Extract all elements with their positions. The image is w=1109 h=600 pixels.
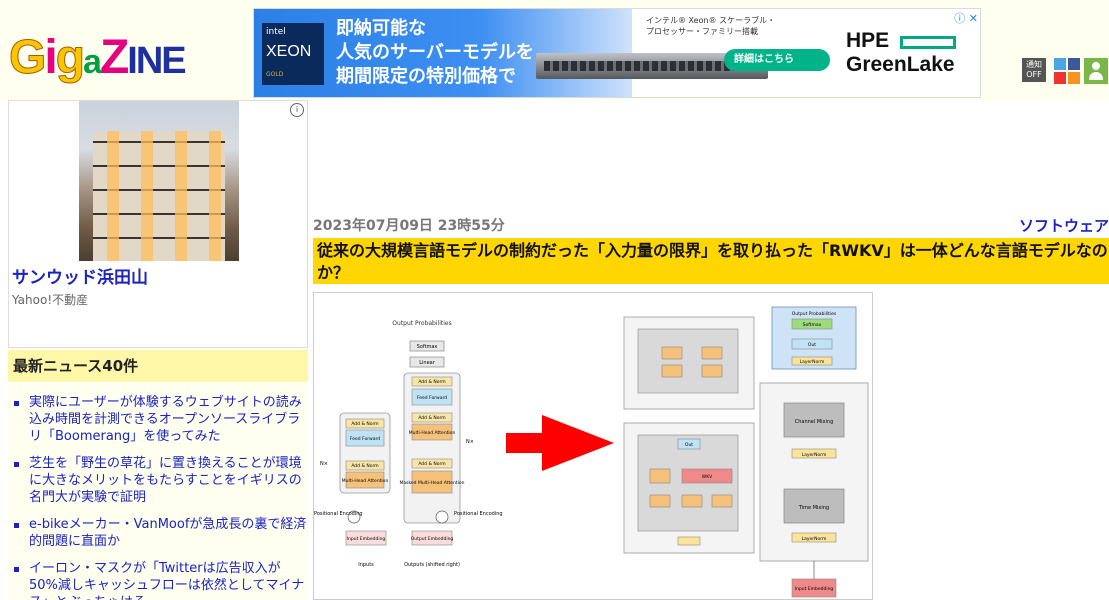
rwkv-gate-box xyxy=(661,346,683,360)
article-category-link[interactable]: ソフトウェア xyxy=(1019,215,1109,236)
tf-mha: Multi-Head Attention xyxy=(409,430,456,436)
tf-output-emb: Output Embedding xyxy=(411,536,454,542)
rss-icon[interactable] xyxy=(1068,72,1080,84)
tf-masked-mha: Masked Multi-Head Attention xyxy=(399,480,464,486)
tf-pos-enc: Positional Encoding xyxy=(454,511,503,517)
tf-addnorm: Add & Norm xyxy=(418,379,445,385)
tf-softmax: Softmax xyxy=(417,344,438,350)
ad-details-button[interactable]: 詳細はこちら xyxy=(724,49,830,71)
notify-off-icon[interactable]: 通知 OFF xyxy=(1022,58,1046,82)
tf-input-emb: Input Embedding xyxy=(347,536,386,542)
tf-linear: Linear xyxy=(419,360,435,366)
tf-addnorm: Add & Norm xyxy=(351,421,378,427)
rwkv-wkv: WKV xyxy=(702,474,713,480)
rwkv-out: Out xyxy=(808,342,816,348)
news-link[interactable]: イーロン・マスクが「Twitterは広告収入が50%減しキャッシュフローは依然と… xyxy=(8,560,308,600)
article-figure: Output Probabilities Softmax Linear Add … xyxy=(313,292,873,600)
logo-letter: g xyxy=(55,31,85,85)
logo-letter: a xyxy=(83,43,102,81)
tf-addnorm: Add & Norm xyxy=(418,461,445,467)
ad-small-text: インテル® Xeon® スケーラブル・ プロセッサー・ファミリー搭載 xyxy=(646,15,775,37)
rwkv-time-mix: Time Mixing xyxy=(798,505,829,511)
tf-ff: Feed Forward xyxy=(417,395,447,401)
youtube-icon[interactable] xyxy=(1054,72,1066,84)
ad-headline-line: 期間限定の特別価格で xyxy=(336,66,516,87)
rwkv-gate-box xyxy=(701,346,723,360)
news-link[interactable]: e-bikeメーカー・VanMoofが急成長の裏で経済的問題に直面か xyxy=(8,516,308,550)
rwkv-gate-box xyxy=(711,494,733,508)
facebook-icon[interactable] xyxy=(1068,58,1080,70)
notify-state: OFF xyxy=(1026,70,1042,79)
site-logo[interactable]: GigaZINE xyxy=(8,30,186,90)
rwkv-gate-box xyxy=(681,494,703,508)
rwkv-gate-box xyxy=(649,468,671,484)
tf-outputs: Outputs (shifted right) xyxy=(404,562,460,568)
intel-label: intel xyxy=(266,27,286,37)
sidebar-ad-source: Yahoo!不動産 xyxy=(12,293,89,307)
rwkv-output-probs: Output Probabilities xyxy=(792,311,837,317)
twitter-icon[interactable] xyxy=(1054,58,1066,70)
sidebar-ad[interactable]: i サンウッド浜田山 Yahoo!不動産 xyxy=(8,100,308,348)
logo-letter: INE xyxy=(127,40,186,82)
rwkv-layernorm: LayerNorm xyxy=(802,452,827,458)
rwkv-gate-box xyxy=(661,364,683,378)
tf-addnorm: Add & Norm xyxy=(418,415,445,421)
tf-ff: Feed Forward xyxy=(350,436,380,442)
tf-addnorm: Add & Norm xyxy=(351,463,378,469)
gold-label: GOLD xyxy=(266,71,284,78)
ad-headline: 即納可能な 人気のサーバーモデルを 期間限定の特別価格で xyxy=(336,17,534,89)
latest-news-heading: 最新ニュース40件 xyxy=(8,350,308,382)
rwkv-softmax: Softmax xyxy=(803,322,822,328)
architecture-diagram: Output Probabilities Softmax Linear Add … xyxy=(314,306,869,598)
greenlake-label: GreenLake xyxy=(846,53,955,76)
tf-pos-enc-circle xyxy=(435,510,449,524)
user-icon[interactable] xyxy=(1084,58,1108,84)
rwkv-mix-panel xyxy=(637,328,739,394)
news-link[interactable]: 芝生を「野生の草花」に置き換えることが環境に大きなメリットをもたらすことをイギリ… xyxy=(8,455,308,506)
article-date: 2023年07月09日 23時55分 xyxy=(313,218,505,234)
sidebar: i サンウッド浜田山 Yahoo!不動産 最新ニュース40件 実際にユーザーが体… xyxy=(8,100,308,600)
latest-news-list: 実際にユーザーが体験するウェブサイトの読み込み時間を計測できるオープンソースライ… xyxy=(8,384,308,600)
article-title: 従来の大規模言語モデルの制約だった「入力量の限界」を取り払った「RWKV」は一体… xyxy=(313,238,1109,284)
tf-output-probs: Output Probabilities xyxy=(392,320,451,327)
rwkv-layernorm: LayerNorm xyxy=(802,536,827,542)
building-windows xyxy=(93,131,225,261)
tf-mha: Multi-Head Attention xyxy=(342,478,389,484)
banner-ad[interactable]: intel XEON GOLD 即納可能な 人気のサーバーモデルを 期間限定の特… xyxy=(253,8,981,98)
logo-letter: Z xyxy=(99,31,129,84)
xeon-label: XEON xyxy=(266,43,312,60)
intel-xeon-badge: intel XEON GOLD xyxy=(262,23,324,85)
tf-pos-enc: Positional Encoding xyxy=(314,511,363,517)
logo-letter: i xyxy=(44,31,57,84)
logo-letter: G xyxy=(8,31,46,85)
rwkv-layernorm-box xyxy=(677,536,701,546)
tf-nx: N× xyxy=(466,439,474,445)
news-link[interactable]: 実際にユーザーが体験するウェブサイトの読み込み時間を計測できるオープンソースライ… xyxy=(8,394,308,445)
adchoices-close-icon[interactable]: ⓘ ✕ xyxy=(954,10,978,26)
ad-building-image[interactable] xyxy=(79,101,239,261)
rwkv-input-emb: Input Embedding xyxy=(795,586,834,592)
site-header: GigaZINE intel XEON GOLD 即納可能な 人気のサーバーモデ… xyxy=(0,0,1109,100)
rwkv-gate-box xyxy=(701,364,723,378)
rwkv-layernorm: LayerNorm xyxy=(800,359,825,365)
ad-headline-line: 人気のサーバーモデルを xyxy=(336,42,534,63)
rwkv-gate-box xyxy=(649,494,671,508)
ad-small-line: プロセッサー・ファミリー搭載 xyxy=(646,27,758,36)
ad-headline-line: 即納可能な xyxy=(336,18,426,39)
rwkv-out: Out xyxy=(685,442,693,448)
ad-small-line: インテル® Xeon® スケーラブル・ xyxy=(646,16,776,25)
red-arrow-icon xyxy=(506,415,614,471)
rwkv-channel-mix: Channel Mixing xyxy=(795,419,834,425)
tf-nx: N× xyxy=(320,461,328,467)
tf-inputs: Inputs xyxy=(358,562,374,568)
notify-label: 通知 xyxy=(1026,60,1042,69)
hpe-rectangle-icon xyxy=(900,36,956,49)
main-content: 2023年07月09日 23時55分 ソフトウェア 従来の大規模言語モデルの制約… xyxy=(313,100,1109,600)
info-icon[interactable]: i xyxy=(290,103,304,117)
sidebar-ad-title[interactable]: サンウッド浜田山 xyxy=(12,263,148,288)
